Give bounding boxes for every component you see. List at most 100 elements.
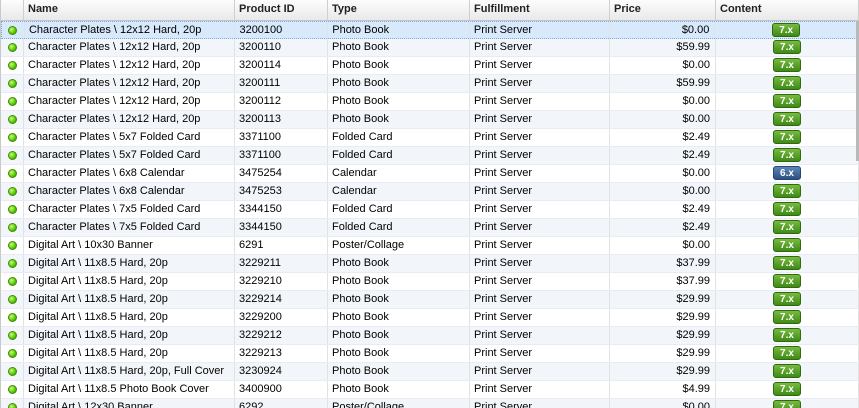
type-cell: Calendar [328,165,470,182]
content-version-badge[interactable]: 7.x [773,94,801,108]
name-cell: Digital Art \ 11x8.5 Photo Book Cover [24,381,235,398]
content-version-badge[interactable]: 7.x [773,130,801,144]
table-row[interactable]: Digital Art \ 10x30 Banner 6291 Poster/Col… [1,237,859,255]
table-row[interactable]: Character Plates \ 12x12 Hard, 20p 320010… [1,21,859,39]
fulfillment-cell: Print Server [470,255,610,272]
fulfillment-cell: Print Server [470,111,610,128]
status-cell [1,147,24,164]
table-row[interactable]: Character Plates \ 6x8 Calendar 3475254 Ca… [1,165,859,183]
type-cell: Photo Book [328,345,470,362]
content-version-badge[interactable]: 7.x [773,346,801,360]
table-row[interactable]: Character Plates \ 5x7 Folded Card 337110… [1,147,859,165]
name-cell: Character Plates \ 6x8 Calendar [24,165,235,182]
table-row[interactable]: Character Plates \ 7x5 Folded Card 334415… [1,219,859,237]
status-online-icon [7,223,17,232]
table-row[interactable]: Character Plates \ 7x5 Folded Card 334415… [1,201,859,219]
content-version-badge[interactable]: 7.x [773,328,801,342]
fulfillment-cell: Print Server [470,147,610,164]
header-name[interactable]: Name [24,0,235,20]
name-cell: Character Plates \ 5x7 Folded Card [24,129,235,146]
product-id-cell: 3475253 [235,183,328,200]
table-row[interactable]: Character Plates \ 5x7 Folded Card 337110… [1,129,859,147]
content-version-badge[interactable]: 7.x [773,364,801,378]
table-row[interactable]: Digital Art \ 11x8.5 Hard, 20p 3229210 Pho… [1,273,859,291]
type-cell: Poster/Collage [328,237,470,254]
table-row[interactable]: Digital Art \ 11x8.5 Hard, 20p 3229214 Pho… [1,291,859,309]
header-price[interactable]: Price [610,0,716,20]
type-cell: Folded Card [328,201,470,218]
type-cell: Calendar [328,183,470,200]
content-version-badge[interactable]: 7.x [773,292,801,306]
status-online-icon [7,367,17,376]
name-cell: Character Plates \ 5x7 Folded Card [24,147,235,164]
status-online-icon [7,313,17,322]
content-version-badge[interactable]: 7.x [773,184,801,198]
table-row[interactable]: Digital Art \ 11x8.5 Hard, 20p 3229211 Pho… [1,255,859,273]
content-version-badge[interactable]: 7.x [773,238,801,252]
product-id-cell: 3371100 [235,129,328,146]
content-version-badge[interactable]: 7.x [773,58,801,72]
status-cell [1,309,24,326]
status-cell [1,219,24,236]
fulfillment-cell: Print Server [470,345,610,362]
header-fulfillment[interactable]: Fulfillment [470,0,610,20]
content-version-badge[interactable]: 7.x [773,40,801,54]
status-online-icon [7,349,17,358]
table-row[interactable]: Character Plates \ 6x8 Calendar 3475253 Ca… [1,183,859,201]
name-cell: Character Plates \ 6x8 Calendar [24,183,235,200]
table-row[interactable]: Digital Art \ 11x8.5 Photo Book Cover 340… [1,381,859,399]
header-status[interactable] [1,0,24,20]
content-cell: 7.x [716,93,859,110]
content-version-badge[interactable]: 7.x [773,382,801,396]
status-online-icon [7,79,17,88]
content-cell: 7.x [716,201,859,218]
content-cell: 7.x [716,183,859,200]
status-cell [1,183,24,200]
price-cell: $29.99 [610,291,716,308]
status-cell [1,237,24,254]
content-version-badge[interactable]: 7.x [773,310,801,324]
table-row[interactable]: Digital Art \ 11x8.5 Hard, 20p 3229200 Pho… [1,309,859,327]
content-version-badge[interactable]: 7.x [773,220,801,234]
table-row[interactable]: Digital Art \ 11x8.5 Hard, 20p 3229213 Pho… [1,345,859,363]
table-row[interactable]: Character Plates \ 12x12 Hard, 20p 320011… [1,111,859,129]
content-version-badge[interactable]: 7.x [773,202,801,216]
content-version-badge[interactable]: 7.x [773,76,801,90]
fulfillment-cell: Print Server [470,183,610,200]
content-cell: 7.x [716,291,859,308]
content-version-badge[interactable]: 7.x [772,23,801,37]
header-product-id[interactable]: Product ID [235,0,328,20]
name-cell: Digital Art \ 11x8.5 Hard, 20p [24,327,235,344]
status-online-icon [7,115,17,124]
product-grid[interactable]: Name Product ID Type Fulfillment Price C… [0,0,859,408]
status-cell [1,75,24,92]
content-cell: 7.x [716,399,859,408]
table-row[interactable]: Character Plates \ 12x12 Hard, 20p 320011… [1,39,859,57]
type-cell: Photo Book [328,309,470,326]
content-version-badge[interactable]: 6.x [773,166,801,180]
content-version-badge[interactable]: 7.x [773,256,801,270]
table-row[interactable]: Digital Art \ 11x8.5 Hard, 20p, Full Cov… [1,363,859,381]
content-cell: 7.x [715,22,858,38]
header-type[interactable]: Type [328,0,470,20]
header-content[interactable]: Content [716,0,859,20]
status-cell [1,93,24,110]
table-row[interactable]: Digital Art \ 12x30 Banner 6292 Poster/Col… [1,399,859,408]
table-row[interactable]: Character Plates \ 12x12 Hard, 20p 320011… [1,75,859,93]
content-version-badge[interactable]: 7.x [773,112,801,126]
content-version-badge[interactable]: 7.x [773,148,801,162]
content-cell: 7.x [716,57,859,74]
content-version-badge[interactable]: 7.x [773,400,801,408]
status-cell [1,363,24,380]
product-id-cell: 6292 [235,399,328,408]
product-id-cell: 3229212 [235,327,328,344]
content-cell: 7.x [716,327,859,344]
table-row[interactable]: Character Plates \ 12x12 Hard, 20p 320011… [1,57,859,75]
table-row[interactable]: Digital Art \ 11x8.5 Hard, 20p 3229212 Pho… [1,327,859,345]
content-version-badge[interactable]: 7.x [773,274,801,288]
table-row[interactable]: Character Plates \ 12x12 Hard, 20p 320011… [1,93,859,111]
fulfillment-cell: Print Server [470,57,610,74]
price-cell: $0.00 [610,183,716,200]
status-cell [1,57,24,74]
status-cell [1,345,24,362]
